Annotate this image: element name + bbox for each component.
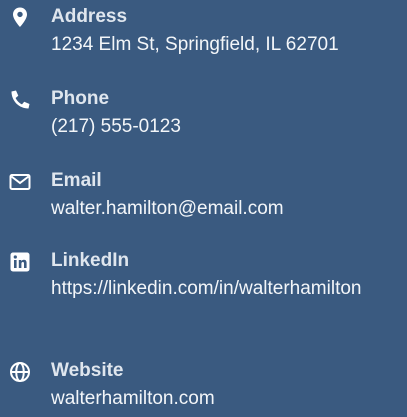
- linkedin-value[interactable]: https://linkedin.com/in/walterhamilton: [51, 275, 399, 302]
- phone-link[interactable]: (217) 555-0123: [51, 116, 181, 137]
- linkedin-icon: [8, 250, 32, 274]
- website-label: Website: [51, 360, 124, 381]
- envelope-icon: [8, 170, 32, 194]
- website-link[interactable]: walterhamilton.com: [51, 388, 215, 409]
- phone-value[interactable]: (217) 555-0123: [51, 113, 399, 140]
- email-value[interactable]: walter.hamilton@email.com: [51, 195, 399, 222]
- globe-icon: [8, 360, 32, 384]
- address-value: 1234 Elm St, Springfield, IL 62701: [51, 34, 339, 55]
- linkedin-link[interactable]: https://linkedin.com/in/walterhamilton: [51, 278, 361, 299]
- linkedin-label: LinkedIn: [51, 250, 130, 271]
- contact-info-list: Address 1234 Elm St, Springfield, IL 627…: [0, 0, 407, 417]
- map-marker-icon: [8, 6, 32, 30]
- website-value[interactable]: walterhamilton.com: [51, 385, 399, 412]
- phone-label: Phone: [51, 88, 110, 109]
- address-label: Address: [51, 6, 128, 27]
- phone-icon: [8, 88, 32, 112]
- email-link[interactable]: walter.hamilton@email.com: [51, 198, 284, 219]
- email-label: Email: [51, 170, 102, 191]
